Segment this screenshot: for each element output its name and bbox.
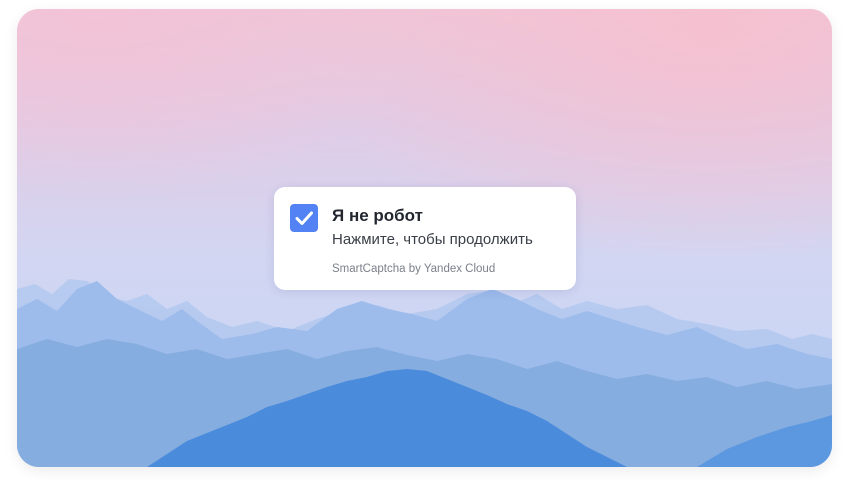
captcha-brand-label: SmartCaptcha by Yandex Cloud [332, 263, 496, 275]
captcha-subtitle[interactable]: Нажмите, чтобы продолжить [332, 231, 533, 248]
captcha-demo-frame: Я не робот Нажмите, чтобы продолжить Sma… [17, 9, 832, 467]
captcha-title[interactable]: Я не робот [332, 206, 423, 226]
captcha-widget[interactable]: Я не робот Нажмите, чтобы продолжить Sma… [274, 187, 576, 290]
robot-checkbox[interactable] [290, 204, 318, 232]
checkmark-icon [295, 211, 313, 225]
